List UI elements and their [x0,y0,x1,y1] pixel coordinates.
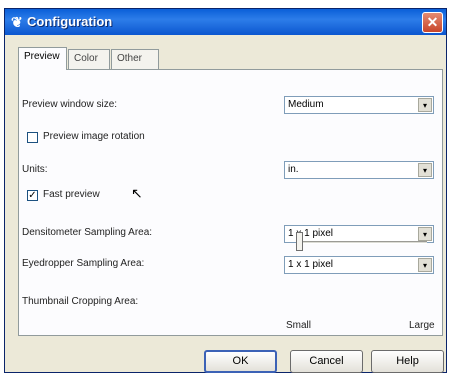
thumbnail-slider-thumb[interactable] [296,232,303,251]
mouse-cursor-icon: ↖ [131,185,143,201]
chevron-down-icon[interactable]: ▾ [418,258,432,272]
close-button[interactable]: ✕ [422,12,443,33]
tab-other[interactable]: Other [111,49,159,69]
window-size-label: Preview window size: [22,99,118,110]
slider-min-label: Small [286,320,312,331]
image-rotation-label: Preview image rotation [43,131,145,142]
window-title: Configuration [27,14,113,29]
thumbnail-slider-track[interactable] [300,241,427,244]
units-label: Units: [22,164,48,175]
chevron-down-icon[interactable]: ▾ [418,98,432,112]
tab-preview[interactable]: Preview [18,47,67,70]
help-button[interactable]: Help [371,350,444,373]
fast-preview-label: Fast preview [43,189,100,200]
tab-color[interactable]: Color [68,49,110,69]
window-size-select[interactable]: Medium ▾ [284,96,434,114]
eyedropper-select[interactable]: 1 x 1 pixel ▾ [284,256,434,274]
preview-panel: Preview window size: Medium ▾ Preview im… [18,69,443,336]
units-value: in. [288,164,299,175]
thumbnail-label: Thumbnail Cropping Area: [22,296,139,307]
chevron-down-icon[interactable]: ▾ [418,163,432,177]
fast-preview-checkbox[interactable]: ✓ [27,190,38,201]
image-rotation-checkbox[interactable] [27,132,38,143]
eyedropper-value: 1 x 1 pixel [288,259,334,270]
app-icon: ❦ [11,14,23,30]
configuration-dialog: ❦ Configuration ✕ Preview Color Other Pr… [4,8,447,373]
densitometer-value: 1 x 1 pixel [288,228,334,239]
slider-max-label: Large [409,320,435,331]
cancel-button[interactable]: Cancel [290,350,363,373]
window-size-value: Medium [288,99,324,110]
eyedropper-label: Eyedropper Sampling Area: [22,258,145,269]
units-select[interactable]: in. ▾ [284,161,434,179]
chevron-down-icon[interactable]: ▾ [418,227,432,241]
close-icon: ✕ [426,14,439,30]
title-bar[interactable]: ❦ Configuration ✕ [5,9,446,35]
densitometer-label: Densitometer Sampling Area: [22,227,153,238]
ok-button[interactable]: OK [204,350,277,373]
